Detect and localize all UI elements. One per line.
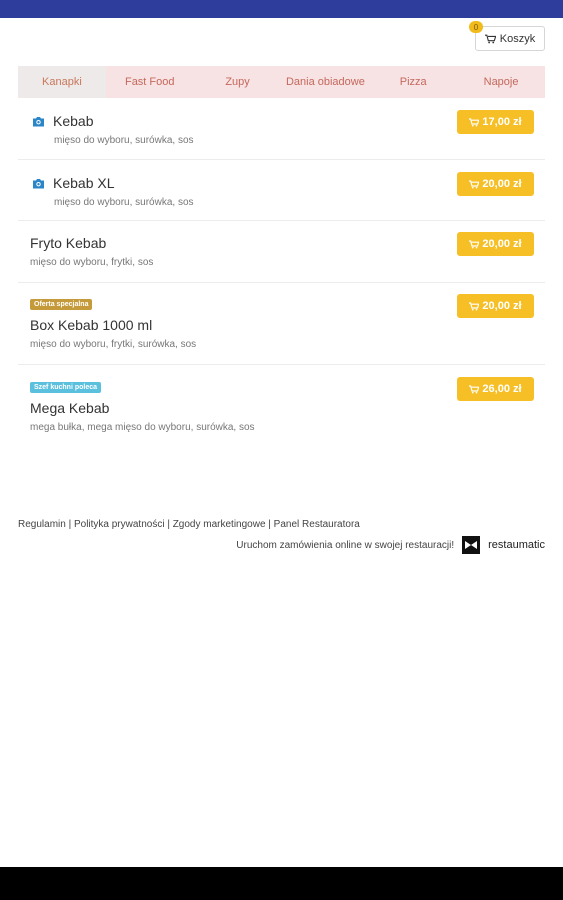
cart-button[interactable]: Koszyk [475,26,545,51]
camera-icon[interactable] [32,178,45,189]
item-name: Kebab XL [53,175,115,191]
tab-napoje[interactable]: Napoje [457,66,545,98]
tab-kanapki[interactable]: Kanapki [18,66,106,98]
price-label: 20,00 zł [482,238,522,250]
price-label: 20,00 zł [482,300,522,312]
cart-icon [469,301,480,310]
system-nav-bar [0,867,563,900]
add-to-cart-button[interactable]: 20,00 zł [457,294,534,318]
brand-name: restaumatic [488,539,545,551]
cart-label: Koszyk [499,32,536,45]
price-label: 26,00 zł [482,383,522,395]
price-label: 20,00 zł [482,178,522,190]
price-label: 17,00 zł [482,116,522,128]
footer-cta[interactable]: Uruchom zamówienia online w swojej resta… [236,536,545,554]
tab-dania-obiadowe[interactable]: Dania obiadowe [281,66,369,98]
cart-icon [484,34,496,43]
cart-icon [469,117,480,126]
item-name: Mega Kebab [30,400,110,416]
item-description: mega bułka, mega mięso do wyboru, surówk… [30,422,255,433]
add-to-cart-button[interactable]: 20,00 zł [457,232,534,256]
add-to-cart-button[interactable]: 17,00 zł [457,110,534,134]
menu-item[interactable]: Oferta specjalna Box Kebab 1000 ml mięso… [18,283,545,365]
cart-icon [469,384,480,393]
add-to-cart-button[interactable]: 20,00 zł [457,172,534,196]
restaumatic-logo-icon [462,536,481,554]
item-description: mięso do wyboru, frytki, sos [30,257,154,268]
tab-pizza[interactable]: Pizza [369,66,457,98]
cart-icon [469,239,480,248]
cart-icon [469,179,480,188]
special-offer-badge: Oferta specjalna [30,299,93,310]
top-bar [0,0,563,18]
add-to-cart-button[interactable]: 26,00 zł [457,377,534,401]
item-description: mięso do wyboru, surówka, sos [54,197,194,208]
tab-zupy[interactable]: Zupy [194,66,282,98]
cart-count-badge: 0 [469,21,483,33]
menu-item[interactable]: Fryto Kebab mięso do wyboru, frytki, sos… [18,221,545,283]
item-name: Fryto Kebab [30,235,107,251]
tab-fast-food[interactable]: Fast Food [106,66,194,98]
chef-recommends-badge: Szef kuchni poleca [30,382,102,393]
item-name: Box Kebab 1000 ml [30,317,153,333]
item-description: mięso do wyboru, surówka, sos [54,135,194,146]
category-tabs: Kanapki Fast Food Zupy Dania obiadowe Pi… [18,66,545,98]
item-description: mięso do wyboru, frytki, surówka, sos [30,339,197,350]
menu-item[interactable]: Kebab mięso do wyboru, surówka, sos 17,0… [18,98,545,160]
footer-links[interactable]: Regulamin | Polityka prywatności | Zgody… [18,519,360,530]
menu-item[interactable]: Kebab XL mięso do wyboru, surówka, sos 2… [18,160,545,221]
item-name: Kebab [53,113,94,129]
menu-list: Kebab mięso do wyboru, surówka, sos 17,0… [18,98,545,445]
menu-item[interactable]: Szef kuchni poleca Mega Kebab mega bułka… [18,365,545,445]
footer-cta-text: Uruchom zamówienia online w swojej resta… [236,539,455,551]
camera-icon[interactable] [32,116,45,127]
